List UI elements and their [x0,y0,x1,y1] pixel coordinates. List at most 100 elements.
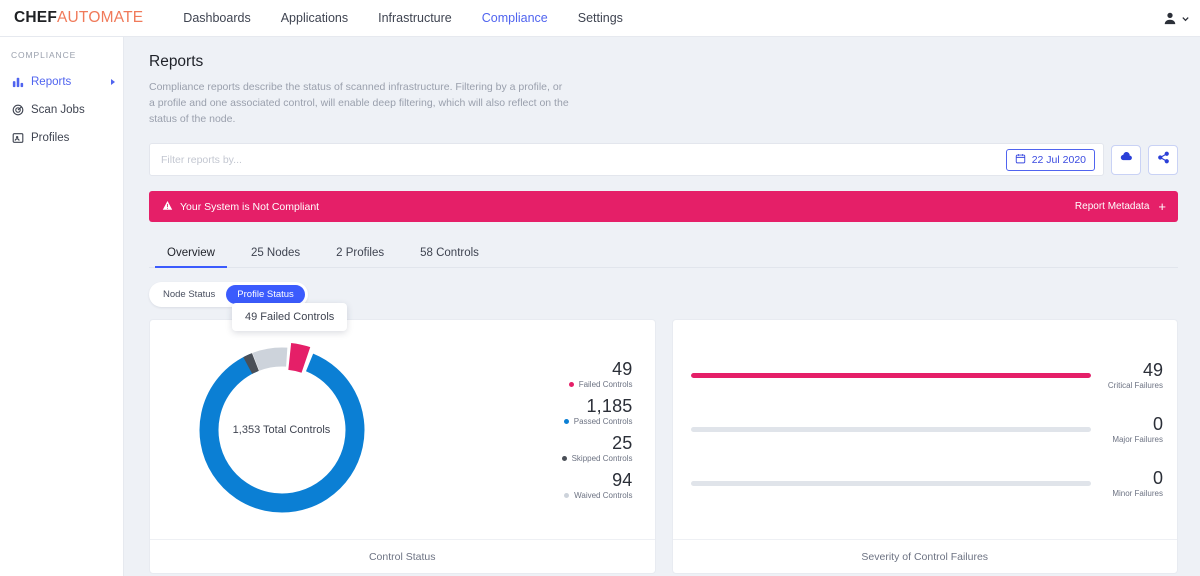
brand-automate: AUTOMATE [57,9,144,26]
severity-track [690,481,1091,487]
severity-meta: 49 Critical Failures [1101,361,1163,390]
severity-row-critical[interactable]: 49 Critical Failures [690,361,1163,390]
card-title-control-status: Control Status [150,539,655,573]
sidebar-item-profiles[interactable]: Profiles [0,125,123,150]
legend-label: Skipped Controls [571,453,633,463]
cloud-download-icon [1119,150,1133,169]
nav-link-applications[interactable]: Applications [281,11,348,25]
sidebar-heading: COMPLIANCE [11,50,77,60]
donut-center-label: 1,353 Total Controls [232,423,331,436]
donut-tooltip: 49 Failed Controls [232,302,348,331]
tab-overview[interactable]: Overview [149,247,233,269]
legend-item-failed[interactable]: 49 Failed Controls [568,358,633,389]
control-status-donut-chart[interactable]: 49 Failed Controls 1,353 Total Controls [164,302,399,525]
sidebar-item-label: Scan Jobs [31,103,85,116]
severity-track [690,373,1091,379]
download-report-button[interactable] [1111,144,1141,175]
legend-dot-waived [564,492,570,498]
main-content: Reports Compliance reports describe the … [124,37,1200,576]
brand-chef: CHEF [14,9,57,26]
legend-value: 49 [612,358,633,379]
filter-reports-input[interactable] [161,153,1006,166]
user-icon [1163,11,1177,25]
legend-label: Failed Controls [578,379,633,389]
legend-item-skipped[interactable]: 25 Skipped Controls [561,432,633,463]
primary-nav-links: Dashboards Applications Infrastructure C… [183,11,623,25]
page-title: Reports [149,53,204,70]
legend-label: Waived Controls [574,490,633,500]
severity-chart: 49 Critical Failures 0 Major Failures 0 … [673,320,1178,539]
user-menu[interactable] [1163,11,1190,25]
legend-value: 25 [612,432,633,453]
warning-triangle-icon [162,200,173,214]
card-title-severity: Severity of Control Failures [672,539,1177,573]
card-control-status: 49 Failed Controls 1,353 Total Controls [149,302,656,575]
severity-label: Minor Failures [1112,489,1163,499]
tab-profiles[interactable]: 2 Profiles [318,247,402,267]
page-description: Compliance reports describe the status o… [149,81,569,125]
report-metadata-toggle[interactable]: Report Metadata + [1075,200,1166,213]
bar-chart-icon [11,75,25,89]
legend-value: 1,185 [586,395,633,416]
sidebar: COMPLIANCE Reports Scan Jobs Profiles [0,37,124,576]
legend-dot-passed [563,418,569,424]
expand-plus-icon: + [1158,199,1166,215]
severity-meta: 0 Minor Failures [1101,469,1163,498]
sidebar-item-reports[interactable]: Reports [0,69,123,94]
date-picker-button[interactable]: 22 Jul 2020 [1005,148,1095,171]
legend-dot-skipped [561,455,567,461]
severity-fill-critical [690,373,1091,379]
brand-logo[interactable]: CHEFAUTOMATE [14,9,143,27]
radar-icon [11,103,25,117]
overview-cards: 49 Failed Controls 1,353 Total Controls [149,302,1178,575]
report-metadata-label: Report Metadata [1074,201,1150,213]
sidebar-item-label: Reports [31,75,72,88]
report-tabs: Overview 25 Nodes 2 Profiles 58 Controls [149,238,1178,269]
banner-message-group: Your System is Not Compliant [162,200,319,214]
top-navigation-bar: CHEFAUTOMATE Dashboards Applications Inf… [0,0,1200,37]
severity-value: 0 [1152,414,1163,435]
date-picker-value: 22 Jul 2020 [1031,153,1086,166]
nav-link-settings[interactable]: Settings [578,11,623,25]
legend-label: Passed Controls [573,416,633,426]
severity-meta: 0 Major Failures [1101,415,1163,444]
legend-label-group: Failed Controls [568,379,633,389]
toggle-option-profile-status[interactable]: Profile Status [226,285,305,305]
severity-rows: 49 Critical Failures 0 Major Failures 0 … [690,361,1163,498]
severity-track [690,427,1091,433]
legend-dot-failed [568,381,574,387]
control-status-body: 49 Failed Controls 1,353 Total Controls [150,302,655,539]
severity-label: Major Failures [1112,435,1163,445]
legend-label-group: Waived Controls [564,490,633,500]
severity-value: 49 [1142,360,1163,381]
nav-link-compliance[interactable]: Compliance [482,11,548,25]
profile-card-icon [11,131,25,145]
nav-link-infrastructure[interactable]: Infrastructure [378,11,452,25]
chevron-down-icon [1181,14,1190,23]
card-severity-of-control-failures: 49 Critical Failures 0 Major Failures 0 … [671,319,1178,575]
legend-item-passed[interactable]: 1,185 Passed Controls [563,395,633,426]
calendar-icon [1015,153,1026,167]
legend-value: 94 [612,469,633,490]
tab-nodes[interactable]: 25 Nodes [233,247,318,267]
app-shell: COMPLIANCE Reports Scan Jobs Profiles Re… [0,37,1200,576]
banner-message: Your System is Not Compliant [180,200,320,213]
sidebar-item-scan-jobs[interactable]: Scan Jobs [0,97,123,122]
severity-row-major[interactable]: 0 Major Failures [690,415,1163,444]
share-icon [1157,151,1170,169]
toggle-option-node-status[interactable]: Node Status [152,285,226,304]
page-header: Reports Compliance reports describe the … [124,37,1200,127]
nav-link-dashboards[interactable]: Dashboards [183,11,250,25]
tab-controls[interactable]: 58 Controls [402,247,497,267]
share-report-button[interactable] [1148,144,1178,175]
chevron-right-icon [111,78,115,85]
severity-value: 0 [1152,468,1163,489]
legend-label-group: Skipped Controls [561,453,633,463]
legend-item-waived[interactable]: 94 Waived Controls [564,469,633,500]
severity-label: Critical Failures [1107,381,1163,391]
severity-row-minor[interactable]: 0 Minor Failures [690,469,1163,498]
control-status-legend: 49 Failed Controls 1,185 Passed Controls [399,360,655,500]
filter-input-container[interactable]: 22 Jul 2020 [149,143,1104,177]
sidebar-item-label: Profiles [31,131,70,144]
compliance-status-banner: Your System is Not Compliant Report Meta… [149,191,1178,223]
